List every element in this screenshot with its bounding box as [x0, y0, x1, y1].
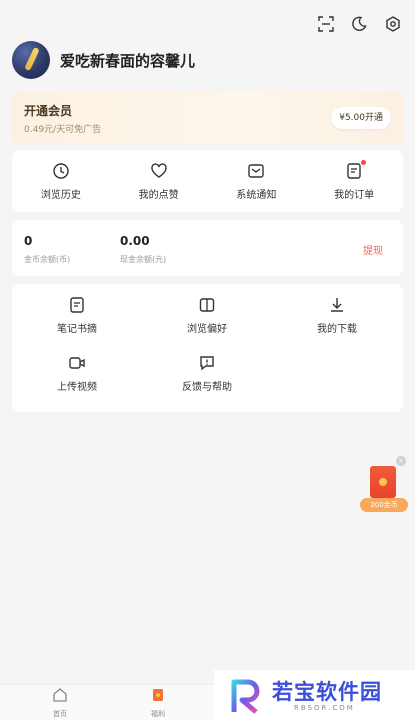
downloads-item[interactable]: 我的下载: [272, 296, 402, 336]
upload-video-label: 上传视频: [57, 382, 97, 393]
tab-home[interactable]: 首页: [30, 687, 90, 719]
red-packet-icon: [370, 466, 396, 498]
notes-label: 笔记书摘: [57, 324, 97, 335]
tools-card: 笔记书摘 浏览偏好 我的下载 上传视频 反馈与帮助: [12, 284, 403, 412]
watermark-subtitle: RBSOR.COM: [294, 704, 355, 712]
settings-icon[interactable]: [383, 14, 403, 34]
wallet-card: 0 金币余额(币) 0.00 现金余额(元) 提现: [12, 220, 403, 276]
moon-icon[interactable]: [349, 14, 369, 34]
tab-welfare-label: 福利: [151, 710, 165, 718]
upload-video-item[interactable]: 上传视频: [12, 354, 142, 394]
history-item[interactable]: 浏览历史: [12, 150, 110, 212]
notifications-item[interactable]: 系统通知: [208, 150, 306, 212]
preferences-label: 浏览偏好: [187, 324, 227, 335]
withdraw-button[interactable]: 提现: [363, 242, 383, 257]
cash-balance-label: 现金余额(元): [120, 255, 167, 264]
downloads-label: 我的下载: [317, 324, 357, 335]
clock-icon: [52, 162, 70, 180]
coin-balance: 0: [24, 234, 33, 248]
video-icon: [68, 354, 86, 372]
likes-label: 我的点赞: [138, 189, 179, 201]
notes-item[interactable]: 笔记书摘: [12, 296, 142, 336]
top-bar: [0, 0, 415, 44]
profile-header[interactable]: 爱吃新春面的容馨儿: [12, 40, 195, 80]
download-icon: [328, 296, 346, 314]
order-icon: [345, 159, 367, 180]
likes-item[interactable]: 我的点赞: [110, 150, 208, 212]
gift-icon: [150, 687, 166, 707]
history-label: 浏览历史: [40, 189, 81, 201]
avatar[interactable]: [12, 41, 50, 79]
vip-title: 开通会员: [24, 104, 73, 118]
feedback-icon: [198, 354, 216, 372]
coin-balance-label: 金币余额(币): [24, 255, 71, 264]
note-icon: [68, 296, 86, 314]
book-icon: [198, 296, 216, 314]
watermark-title: 若宝软件园: [272, 680, 382, 704]
username: 爱吃新春面的容馨儿: [60, 51, 196, 70]
vip-subtitle: 0.49元/天可免广告: [24, 125, 102, 135]
red-packet-tag: 200金币: [360, 498, 408, 512]
order-badge: [361, 159, 367, 165]
preferences-item[interactable]: 浏览偏好: [142, 296, 272, 336]
site-watermark: 若宝软件园 RBSOR.COM: [214, 670, 415, 720]
tab-welfare[interactable]: 福利: [128, 687, 188, 719]
cash-balance: 0.00: [120, 234, 150, 248]
home-icon: [52, 687, 68, 707]
quick-actions: 浏览历史 我的点赞 系统通知 我的订单: [12, 150, 403, 212]
vip-card[interactable]: 开通会员 0.49元/天可免广告 ¥5.00开通: [12, 92, 403, 144]
orders-label: 我的订单: [334, 189, 375, 201]
orders-item[interactable]: 我的订单: [305, 150, 403, 212]
feedback-item[interactable]: 反馈与帮助: [142, 354, 272, 394]
heart-icon: [150, 162, 168, 180]
scan-icon[interactable]: [316, 14, 336, 34]
tab-home-label: 首页: [53, 710, 67, 718]
watermark-logo-icon: [230, 678, 264, 714]
mail-icon: [247, 162, 265, 180]
close-icon[interactable]: ×: [396, 456, 406, 466]
red-packet-float[interactable]: × 200金币: [360, 456, 408, 514]
notifications-label: 系统通知: [236, 189, 277, 201]
vip-open-button[interactable]: ¥5.00开通: [331, 107, 391, 129]
feedback-label: 反馈与帮助: [182, 382, 232, 393]
